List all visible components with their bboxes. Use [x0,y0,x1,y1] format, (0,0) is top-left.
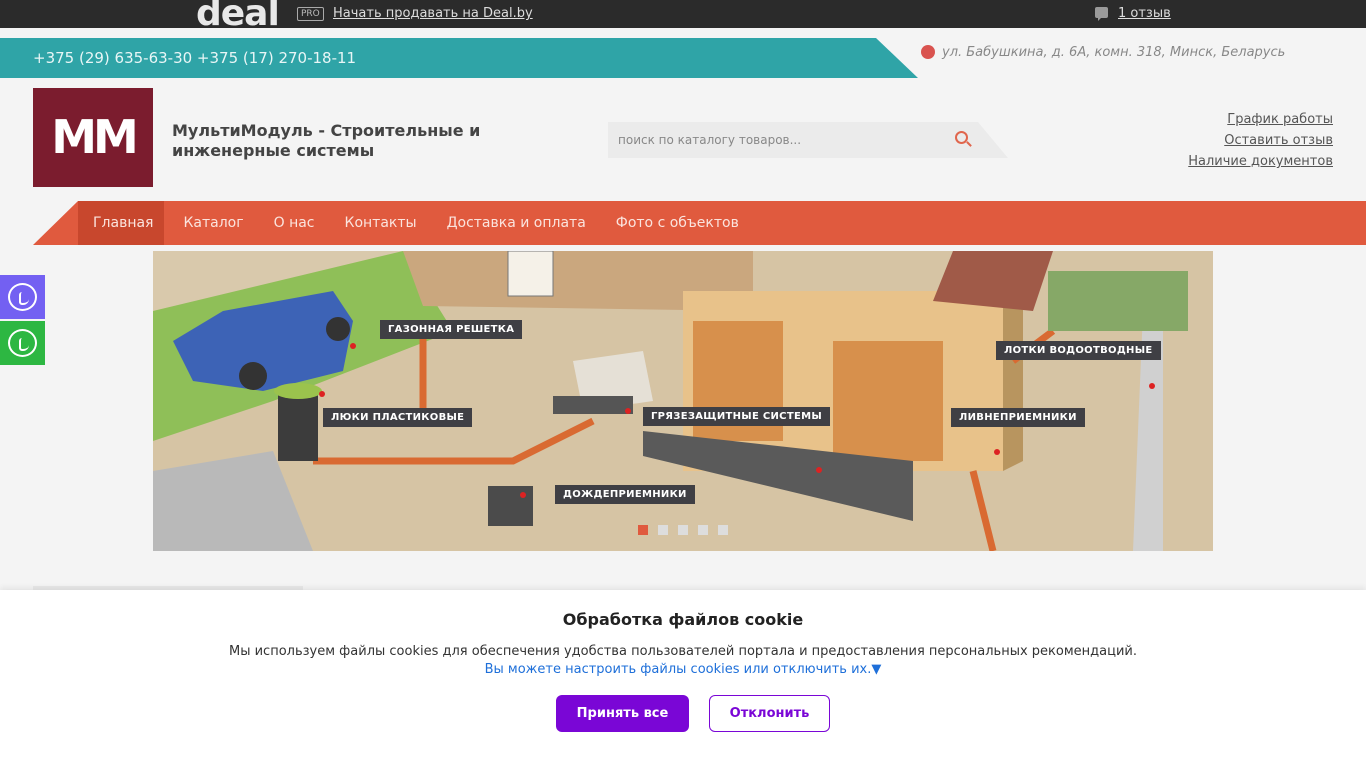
start-selling-link[interactable]: Начать продавать на Deal.by [333,6,533,21]
site-title: МультиМодуль - Строительные и инженерные… [172,121,481,160]
nav-item-contacts[interactable]: Контакты [330,201,432,245]
documents-link[interactable]: Наличие документов [1188,151,1333,172]
pro-badge: PRO [297,7,324,21]
nav-item-catalog[interactable]: Каталог [168,201,258,245]
speech-bubble-icon [1095,7,1108,21]
slider-dot[interactable] [658,525,668,535]
hero-banner[interactable]: ГАЗОННАЯ РЕШЕТКА ЛЮКИ ПЛАСТИКОВЫЕ ГРЯЗЕЗ… [153,251,1213,551]
banner-label-plastic-hatches[interactable]: ЛЮКИ ПЛАСТИКОВЫЕ [323,408,473,427]
hotspot-dot [520,492,526,498]
whatsapp-icon [8,329,37,357]
banner-label-lawn-grate[interactable]: ГАЗОННАЯ РЕШЕТКА [380,320,523,339]
banner-illustration [153,251,1213,551]
cookie-settings-link[interactable]: Вы можете настроить файлы cookies или от… [0,662,1366,677]
whatsapp-button[interactable] [0,321,45,365]
slider-dot[interactable] [718,525,728,535]
banner-label-drain-channels[interactable]: ЛОТКИ ВОДООТВОДНЫЕ [996,341,1161,360]
hotspot-dot [816,467,822,473]
reviews-link[interactable]: 1 отзыв [1118,6,1171,21]
banner-label-rain-inlets[interactable]: ДОЖДЕПРИЕМНИКИ [555,485,695,504]
slider-dot[interactable] [698,525,708,535]
accept-all-button[interactable]: Принять все [556,695,689,732]
logo-text: MM [51,110,139,164]
search-icon[interactable] [955,131,968,144]
hotspot-dot [994,449,1000,455]
cookie-title: Обработка файлов cookie [562,610,804,629]
decline-button[interactable]: Отклонить [709,695,830,732]
banner-label-storm-inlets[interactable]: ЛИВНЕПРИЕМНИКИ [951,408,1085,427]
cookie-panel: Обработка файлов cookie Мы используем фа… [0,590,1366,768]
globe-icon [921,45,935,59]
slider-dot[interactable] [638,525,648,535]
header-links: График работы Оставить отзыв Наличие док… [1188,109,1333,172]
deal-top-bar: deal PRO Начать продавать на Deal.by 1 о… [0,0,1366,28]
work-schedule-link[interactable]: График работы [1188,109,1333,130]
hotspot-dot [350,343,356,349]
hotspot-dot [1149,383,1155,389]
phone-numbers[interactable]: +375 (29) 635-63-30 +375 (17) 270-18-11 [33,49,356,67]
banner-label-mud-systems[interactable]: ГРЯЗЕЗАЩИТНЫЕ СИСТЕМЫ [643,407,830,426]
leave-review-link[interactable]: Оставить отзыв [1188,130,1333,151]
address: ул. Бабушкина, д. 6А, комн. 318, Минск, … [942,45,1286,60]
search-input[interactable] [618,128,938,152]
slider-pagination [638,525,728,535]
viber-button[interactable] [0,275,45,319]
nav-item-delivery[interactable]: Доставка и оплата [432,201,601,245]
main-nav: Главная Каталог О нас Контакты Доставка … [78,201,754,245]
nav-item-about[interactable]: О нас [259,201,330,245]
company-logo[interactable]: MM [33,88,153,187]
hotspot-dot [625,408,631,414]
deal-logo[interactable]: deal [196,0,279,28]
hotspot-dot [319,391,325,397]
nav-item-photos[interactable]: Фото с объектов [601,201,754,245]
viber-icon [8,283,37,311]
cookie-text: Мы используем файлы cookies для обеспече… [228,644,1137,659]
nav-item-home[interactable]: Главная [78,201,168,245]
slider-dot[interactable] [678,525,688,535]
